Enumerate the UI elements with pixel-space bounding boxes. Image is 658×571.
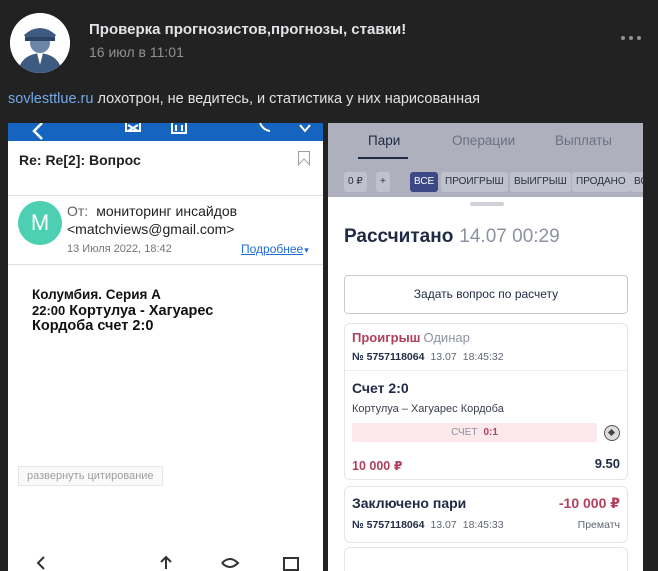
sender-email: <matchviews@gmail.com>	[67, 221, 235, 237]
author-avatar[interactable]	[10, 13, 70, 73]
dot-icon	[621, 36, 625, 40]
final-score: СЧЕТ 0:1	[352, 423, 597, 442]
post-text: sovlesttlue.ru лохотрон, не ведитесь, и …	[8, 91, 480, 107]
divider	[8, 195, 323, 196]
sheet-datetime: 14.07 00:29	[459, 226, 560, 247]
mail-bottom-toolbar	[36, 555, 299, 571]
bet-id-line: № 5757118064 13.07 18:45:32	[352, 351, 504, 363]
post-link[interactable]: sovlesttlue.ru	[8, 91, 93, 107]
ask-question-button[interactable]: Задать вопрос по расчету	[344, 275, 628, 314]
bet-date: 13.07	[430, 351, 457, 363]
deal-title: Заключено пари	[352, 495, 467, 511]
filter-more-chip[interactable]: ВО	[630, 172, 643, 192]
mail-toolbar	[8, 123, 323, 141]
deal-id-line: № 5757118064 13.07 18:45:33	[352, 519, 504, 531]
mail-body-line1: Колумбия. Серия А	[32, 287, 161, 302]
books-icon	[221, 558, 240, 568]
post-author-name[interactable]: Проверка прогнозистов,прогнозы, ставки!	[89, 21, 406, 38]
football-icon	[604, 425, 620, 441]
add-funds-chip[interactable]: +	[376, 172, 390, 192]
toolbar-icons	[32, 123, 311, 140]
bet-status: Проигрыш	[352, 330, 421, 345]
filter-loss-chip[interactable]: ПРОИГРЫШ	[441, 172, 508, 192]
from-line: От: мониторинг инсайдов	[67, 203, 237, 219]
dot-icon	[629, 36, 633, 40]
mail-date: 13 Июля 2022, 18:42	[67, 243, 172, 255]
filter-all-chip[interactable]: ВСЕ	[410, 172, 439, 192]
balance-chip[interactable]: 0 ₽	[344, 172, 367, 192]
score-value: 0:1	[483, 427, 498, 438]
more-options-button[interactable]	[618, 31, 644, 45]
filter-sold-chip[interactable]: ПРОДАНО	[572, 172, 630, 192]
divider	[8, 264, 323, 265]
sender-name: мониторинг инсайдов	[96, 203, 238, 219]
bet-stake: 10 000 ₽	[352, 459, 403, 473]
filter-win-chip[interactable]: ВЫИГРЫШ	[510, 172, 571, 192]
tabs-icon	[283, 557, 299, 571]
tab-payouts[interactable]: Выплаты	[555, 133, 612, 148]
bet-teams: Кортулуа – Хагуарес Кордоба	[352, 403, 504, 415]
chevron-down-icon	[299, 124, 311, 133]
active-tab-indicator	[358, 157, 408, 159]
reply-icon	[259, 123, 271, 132]
dot-icon	[637, 36, 641, 40]
delete-icon	[171, 123, 187, 134]
mark-icon	[125, 123, 141, 132]
deal-id: № 5757118064	[352, 519, 425, 531]
mail-screenshot[interactable]	[8, 123, 323, 571]
bet-odds: 9.50	[594, 456, 620, 471]
post-text-body: лохотрон, не ведитесь, и статистика у ни…	[93, 91, 481, 107]
back-arrow-icon	[32, 123, 43, 140]
divider	[345, 370, 627, 371]
bet-id: № 5757118064	[352, 351, 425, 363]
bookmark-icon[interactable]	[298, 151, 310, 166]
match-time: 22:00	[32, 303, 66, 318]
sheet-title: Рассчитано 14.07 00:29	[344, 226, 560, 248]
bet-time: 18:45:32	[462, 351, 504, 363]
expand-quote-button[interactable]: развернуть цитирование	[18, 466, 163, 486]
mail-subject: Re: Re[2]: Вопрос	[19, 152, 141, 168]
sheet-status: Рассчитано	[344, 226, 454, 247]
bet-market: Счет 2:0	[352, 380, 409, 396]
next-card	[344, 547, 628, 571]
bet-type: Одинар	[423, 330, 470, 345]
score-label: СЧЕТ	[451, 427, 478, 438]
mail-body-line3: Кордоба счет 2:0	[32, 318, 154, 334]
share-icon	[160, 555, 172, 569]
match-teams: Кортулуа - Хагуарес	[65, 303, 214, 319]
mail-body-line2: 22:00 Кортулуа - Хагуарес	[32, 303, 213, 319]
bet-status-line: Проигрыш Одинар	[352, 330, 470, 345]
details-link[interactable]: Подробнее	[241, 242, 309, 256]
back-icon	[36, 556, 45, 570]
pilot-avatar-icon	[10, 13, 70, 73]
post-date[interactable]: 16 июл в 11:01	[89, 44, 184, 60]
tab-bets[interactable]: Пари	[368, 133, 400, 148]
deal-time: 18:45:33	[462, 519, 504, 531]
deal-type: Прематч	[577, 519, 620, 531]
deal-amount: -10 000 ₽	[558, 495, 620, 511]
from-label: От:	[67, 203, 89, 219]
betting-app-screenshot[interactable]: Пари Операции Выплаты 0 ₽ + ВСЕ ПРОИГРЫШ…	[328, 123, 643, 571]
tab-operations[interactable]: Операции	[452, 133, 515, 148]
sender-avatar: M	[18, 201, 62, 245]
deal-date: 13.07	[430, 519, 457, 531]
sheet-handle[interactable]	[470, 202, 504, 206]
